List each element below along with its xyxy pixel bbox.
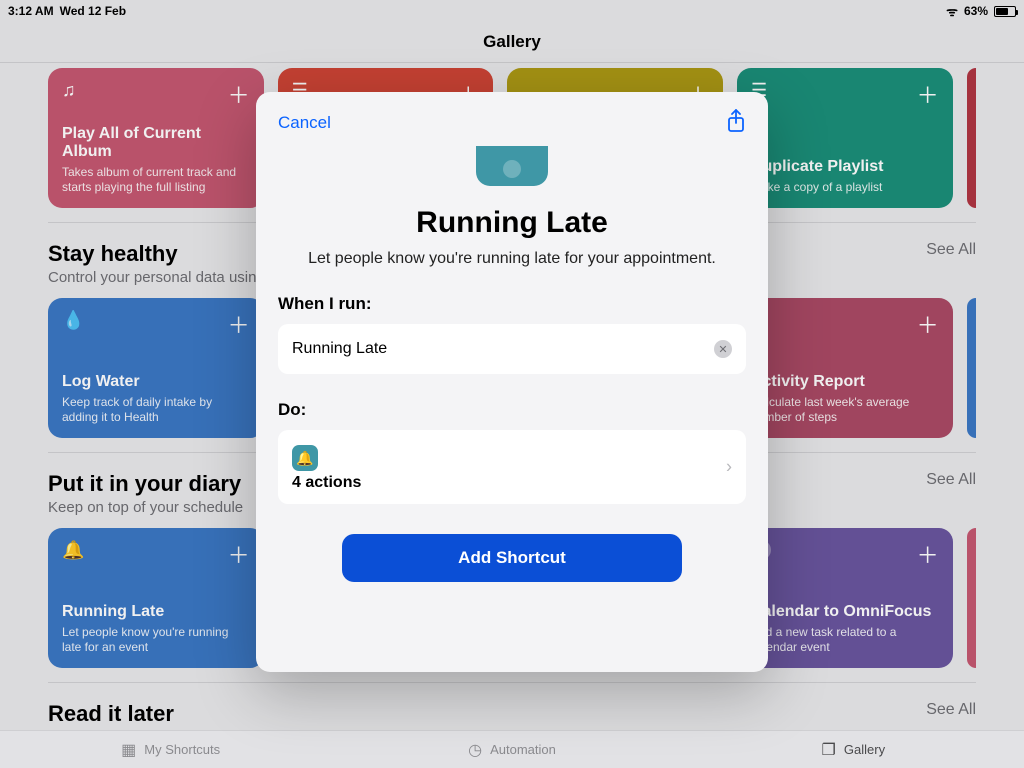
grid-icon: ▦ <box>121 740 136 760</box>
share-button[interactable] <box>726 109 746 138</box>
shortcut-name-input[interactable] <box>292 340 714 358</box>
shortcut-hero-icon <box>476 146 548 186</box>
shortcut-detail-sheet: Cancel Running Late Let people know you'… <box>256 92 768 672</box>
chevron-right-icon: › <box>726 457 732 478</box>
tab-automation[interactable]: ◷Automation <box>341 731 682 768</box>
clock-icon: ◷ <box>468 740 482 760</box>
do-label: Do: <box>278 400 746 420</box>
stack-icon: ❐ <box>822 740 836 760</box>
tab-my-shortcuts[interactable]: ▦My Shortcuts <box>0 731 341 768</box>
sheet-title: Running Late <box>278 206 746 240</box>
clear-input-button[interactable]: ✕ <box>714 340 732 358</box>
tab-gallery[interactable]: ❐Gallery <box>683 731 1024 768</box>
cancel-button[interactable]: Cancel <box>278 113 331 133</box>
add-shortcut-button[interactable]: Add Shortcut <box>342 534 682 582</box>
sheet-subtitle: Let people know you're running late for … <box>278 250 746 268</box>
when-i-run-label: When I run: <box>278 294 746 314</box>
actions-row[interactable]: 🔔 4 actions › <box>278 430 746 504</box>
bell-icon: 🔔 <box>292 445 318 471</box>
shortcut-name-field[interactable]: ✕ <box>278 324 746 374</box>
share-icon <box>726 109 746 133</box>
actions-count: 4 actions <box>292 474 361 492</box>
tab-bar: ▦My Shortcuts ◷Automation ❐Gallery <box>0 730 1024 768</box>
